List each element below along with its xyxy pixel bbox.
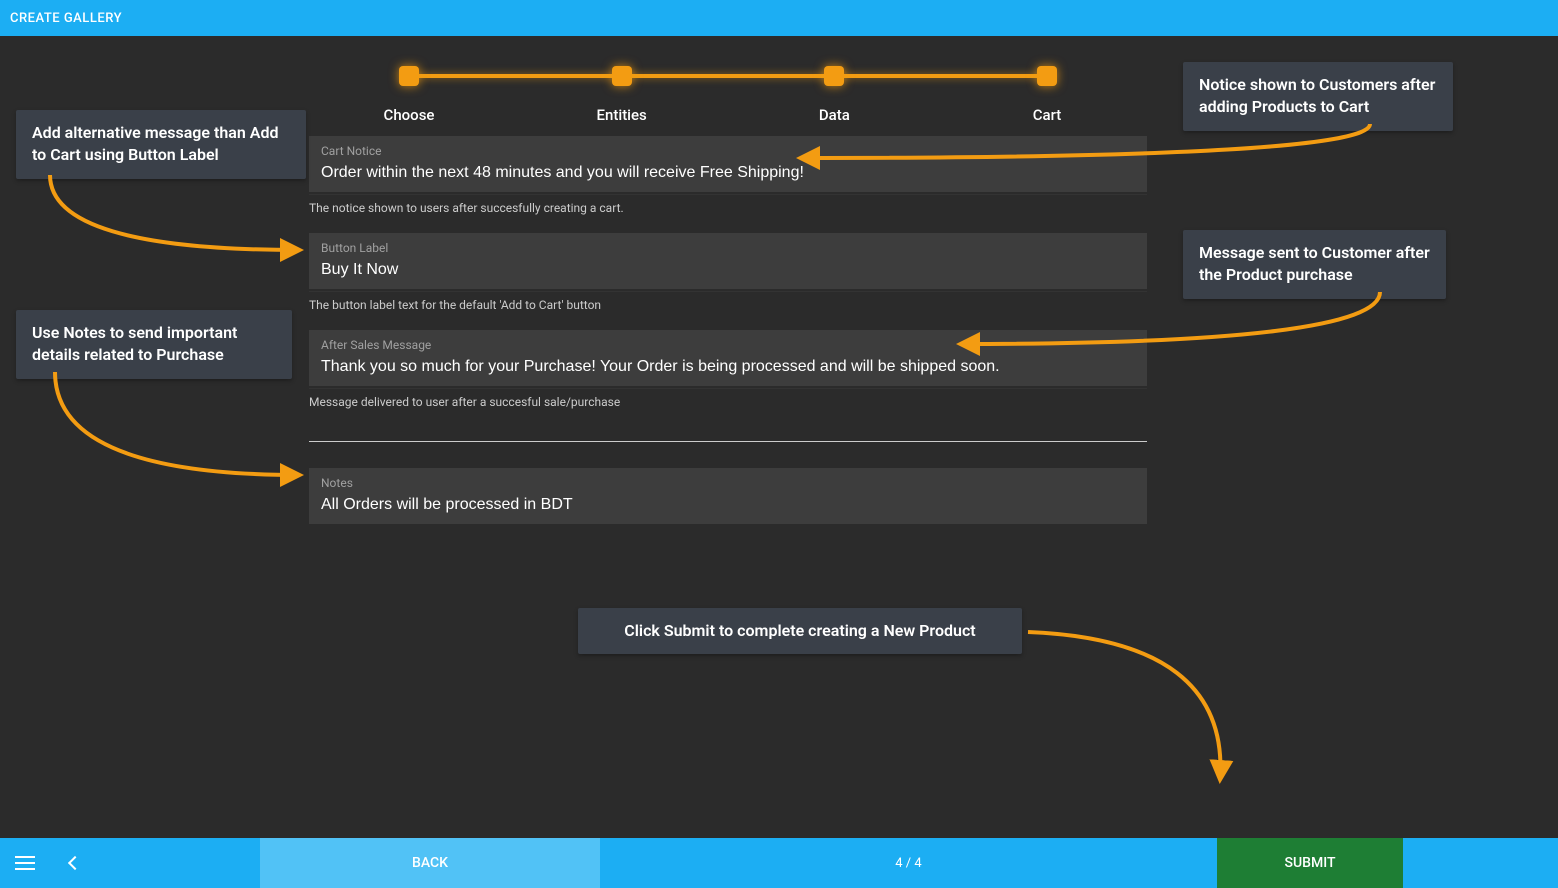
stepper-node-choose[interactable]: Choose (379, 56, 439, 124)
stepper: Choose Entities Data Cart (379, 56, 1077, 126)
callout-button-label: Add alternative message than Add to Cart… (16, 110, 306, 179)
cart-notice-helper: The notice shown to users after succesfu… (309, 194, 1147, 233)
callout-notes: Use Notes to send important details rela… (16, 310, 292, 379)
cart-notice-field: Cart Notice (309, 136, 1147, 192)
back-button[interactable]: BACK (260, 838, 600, 888)
stepper-label: Data (819, 106, 850, 124)
callout-after-sales: Message sent to Customer after the Produ… (1183, 230, 1446, 299)
field-label: Notes (321, 476, 1135, 490)
top-bar: CREATE GALLERY (0, 0, 1558, 36)
callout-submit: Click Submit to complete creating a New … (578, 608, 1022, 654)
stepper-node-cart[interactable]: Cart (1017, 56, 1077, 124)
after-sales-field: After Sales Message (309, 330, 1147, 386)
after-sales-helper: Message delivered to user after a succes… (309, 388, 1147, 427)
stepper-node-entities[interactable]: Entities (592, 56, 652, 124)
bottom-bar: BACK 4 / 4 SUBMIT (0, 838, 1558, 888)
stepper-square-icon (824, 66, 844, 86)
field-label: Cart Notice (321, 144, 1135, 158)
button-label-field: Button Label (309, 233, 1147, 289)
stepper-node-data[interactable]: Data (804, 56, 864, 124)
after-sales-input[interactable] (321, 358, 1135, 376)
stepper-square-icon (612, 66, 632, 86)
field-label: After Sales Message (321, 338, 1135, 352)
menu-button[interactable] (0, 838, 50, 888)
submit-label: SUBMIT (1284, 855, 1335, 871)
divider (309, 441, 1147, 442)
chevron-left-icon (68, 856, 82, 870)
stepper-label: Entities (597, 106, 647, 124)
stepper-square-icon (1037, 66, 1057, 86)
stepper-square-icon (399, 66, 419, 86)
form-container: Choose Entities Data Cart Cart Notice (309, 56, 1147, 526)
submit-button[interactable]: SUBMIT (1217, 838, 1403, 888)
field-label: Button Label (321, 241, 1135, 255)
page-title: CREATE GALLERY (10, 11, 122, 26)
back-chevron-button[interactable] (50, 838, 100, 888)
button-label-helper: The button label text for the default 'A… (309, 291, 1147, 330)
button-label-input[interactable] (321, 261, 1135, 279)
progress-indicator: 4 / 4 (600, 838, 1217, 888)
stepper-label: Cart (1033, 106, 1062, 124)
notes-field: Notes (309, 468, 1147, 524)
stepper-nodes: Choose Entities Data Cart (379, 56, 1077, 124)
hamburger-icon (15, 856, 35, 870)
stepper-label: Choose (384, 106, 435, 124)
callout-cart-notice: Notice shown to Customers after adding P… (1183, 62, 1453, 131)
back-label: BACK (412, 855, 448, 871)
notes-input[interactable] (321, 496, 1135, 514)
cart-notice-input[interactable] (321, 164, 1135, 182)
